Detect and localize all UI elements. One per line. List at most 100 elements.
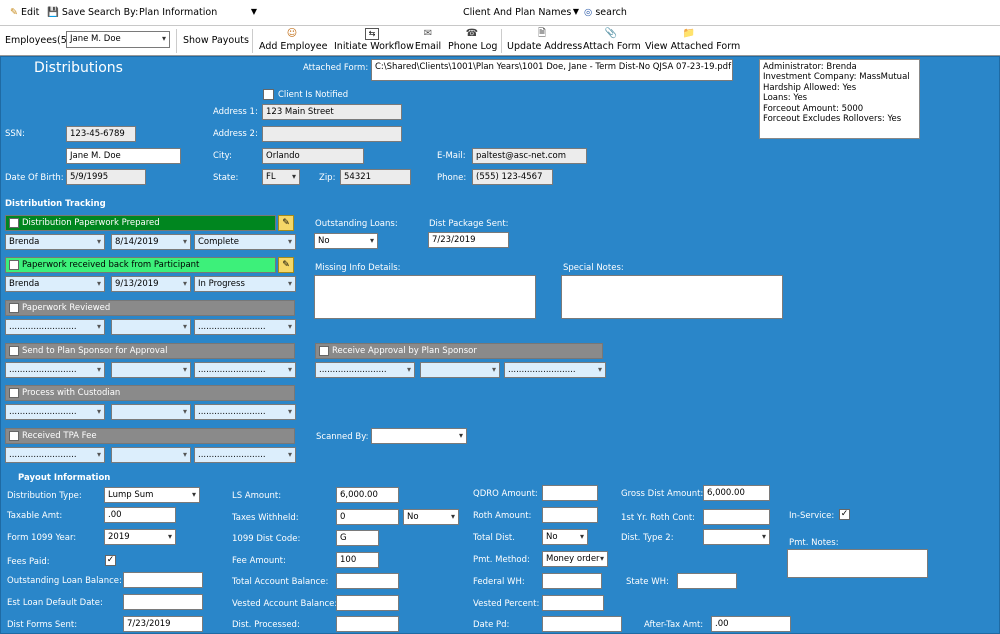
zip-label: Zip: [319,173,336,183]
attach-form-button[interactable]: 📎 Attach Form [583,28,641,52]
client-filter-select[interactable]: Client And Plan Names ▼ [463,7,579,18]
missing-info-textarea[interactable] [314,275,536,319]
step4-date-select[interactable] [111,362,191,378]
step-paperwork-received[interactable]: Paperwork received back from Participant [5,257,276,273]
step5-date-select[interactable] [111,404,191,420]
client-notified-checkbox[interactable] [263,89,274,100]
step-checkbox[interactable] [319,346,329,356]
dist-code-field[interactable]: G [336,530,379,546]
step-receive-approval[interactable]: Receive Approval by Plan Sponsor [315,343,603,359]
view-attached-form-button[interactable]: 📁 View Attached Form [645,28,740,52]
qdro-amount-field[interactable] [542,485,598,501]
form-1099-year-select[interactable]: 2019 [104,529,176,545]
step-send-to-sponsor[interactable]: Send to Plan Sponsor for Approval [5,343,295,359]
approval-date-select[interactable] [420,362,500,378]
step2-date-select[interactable]: 9/13/2019 [111,276,191,292]
employee-select[interactable]: Jane M. Doe [66,31,170,48]
in-service-checkbox[interactable]: ✓ [839,509,850,520]
ssn-field[interactable]: 123-45-6789 [66,126,136,142]
step6-date-select[interactable] [111,447,191,463]
fee-amount-field[interactable]: 100 [336,552,379,568]
outstanding-loan-balance-field[interactable] [123,572,203,588]
save-button[interactable]: 💾 Save [47,7,85,18]
total-dist-select[interactable]: No [542,529,588,545]
phone-log-button[interactable]: ☎ Phone Log [448,28,497,52]
step6-status-select[interactable]: ......................... [194,447,296,463]
email-button[interactable]: ✉ Email [413,28,443,52]
taxes-withheld-select[interactable]: No [403,509,459,525]
step5-person-select[interactable]: ......................... [5,404,105,420]
step-paperwork-prepared[interactable]: ✓ Distribution Paperwork Prepared [5,215,276,231]
note-icon[interactable]: ✎ [278,215,294,231]
step2-status-select[interactable]: In Progress [194,276,296,292]
dist-processed-field[interactable] [336,616,399,632]
date-pd-field[interactable] [542,616,622,632]
state-select[interactable]: FL [262,169,300,185]
step1-person-select[interactable]: Brenda [5,234,105,250]
step-checkbox[interactable] [9,303,19,313]
initiate-workflow-button[interactable]: ⇆ Initiate Workflow [334,28,414,52]
top-toolbar: ✎ Edit 💾 Save Search By: Plan Informatio… [0,0,1000,26]
step1-date-select[interactable]: 8/14/2019 [111,234,191,250]
fees-paid-checkbox[interactable]: ✓ [105,555,116,566]
outstanding-loans-select[interactable]: No [314,233,378,249]
step-checkbox[interactable] [9,431,19,441]
after-tax-field[interactable]: .00 [711,616,791,632]
gross-dist-field[interactable]: 6,000.00 [703,485,770,501]
ls-amount-field[interactable]: 6,000.00 [336,487,399,503]
phone-field[interactable]: (555) 123-4567 [472,169,553,185]
edit-button[interactable]: ✎ Edit [10,7,39,18]
dist-forms-sent-field[interactable]: 7/23/2019 [123,616,203,632]
step4-status-select[interactable]: ......................... [194,362,296,378]
participant-name-field[interactable]: Jane M. Doe [66,148,181,164]
step-process-custodian[interactable]: Process with Custodian [5,385,295,401]
step4-person-select[interactable]: ......................... [5,362,105,378]
vested-account-balance-field[interactable] [336,595,399,611]
step-checkbox[interactable]: ✓ [9,218,19,228]
city-field[interactable]: Orlando [262,148,364,164]
address2-field[interactable] [262,126,402,142]
add-employee-button[interactable]: ☺ Add Employee [259,28,327,52]
step3-person-select[interactable]: ......................... [5,319,105,335]
step-received-tpa-fee[interactable]: Received TPA Fee [5,428,295,444]
email-field[interactable]: paltest@asc-net.com [472,148,587,164]
dist-package-field[interactable]: 7/23/2019 [428,232,509,248]
step6-person-select[interactable]: ......................... [5,447,105,463]
scanned-by-select[interactable] [371,428,467,444]
step2-person-select[interactable]: Brenda [5,276,105,292]
approval-person-select[interactable]: ......................... [315,362,415,378]
employees-label: Employees(5) [5,35,71,46]
attached-form-field[interactable]: C:\Shared\Clients\1001\Plan Years\1001 D… [371,59,733,81]
special-notes-textarea[interactable] [561,275,783,319]
step-paperwork-reviewed[interactable]: Paperwork Reviewed [5,300,295,316]
vested-percent-field[interactable] [542,595,604,611]
update-address-button[interactable]: 🗎 Update Address [507,28,582,52]
pmt-method-select[interactable]: Money order [542,551,608,567]
pmt-notes-textarea[interactable] [787,549,928,578]
taxes-withheld-field[interactable]: 0 [336,509,399,525]
dob-field[interactable]: 5/9/1995 [66,169,146,185]
step5-status-select[interactable]: ......................... [194,404,296,420]
taxable-amt-field[interactable]: .00 [104,507,176,523]
step-checkbox[interactable] [9,346,19,356]
distribution-type-select[interactable]: Lump Sum [104,487,200,503]
roth-amount-field[interactable] [542,507,598,523]
note-icon[interactable]: ✎ [278,257,294,273]
step3-date-select[interactable] [111,319,191,335]
est-loan-default-field[interactable] [123,594,203,610]
zip-field[interactable]: 54321 [340,169,411,185]
show-payouts-button[interactable]: Show Payouts [183,35,249,46]
step1-status-select[interactable]: Complete [194,234,296,250]
state-wh-field[interactable] [677,573,737,589]
search-by-select[interactable]: Plan Information ▼ [139,7,257,18]
total-account-balance-field[interactable] [336,573,399,589]
roth-cont-field[interactable] [703,509,770,525]
approval-status-select[interactable]: ......................... [504,362,606,378]
step-checkbox[interactable] [9,388,19,398]
step-checkbox[interactable] [9,260,19,270]
search-button[interactable]: ◎ search [584,7,627,18]
step3-status-select[interactable]: ......................... [194,319,296,335]
address1-field[interactable]: 123 Main Street [262,104,402,120]
federal-wh-field[interactable] [542,573,602,589]
dist-type2-select[interactable] [703,529,770,545]
